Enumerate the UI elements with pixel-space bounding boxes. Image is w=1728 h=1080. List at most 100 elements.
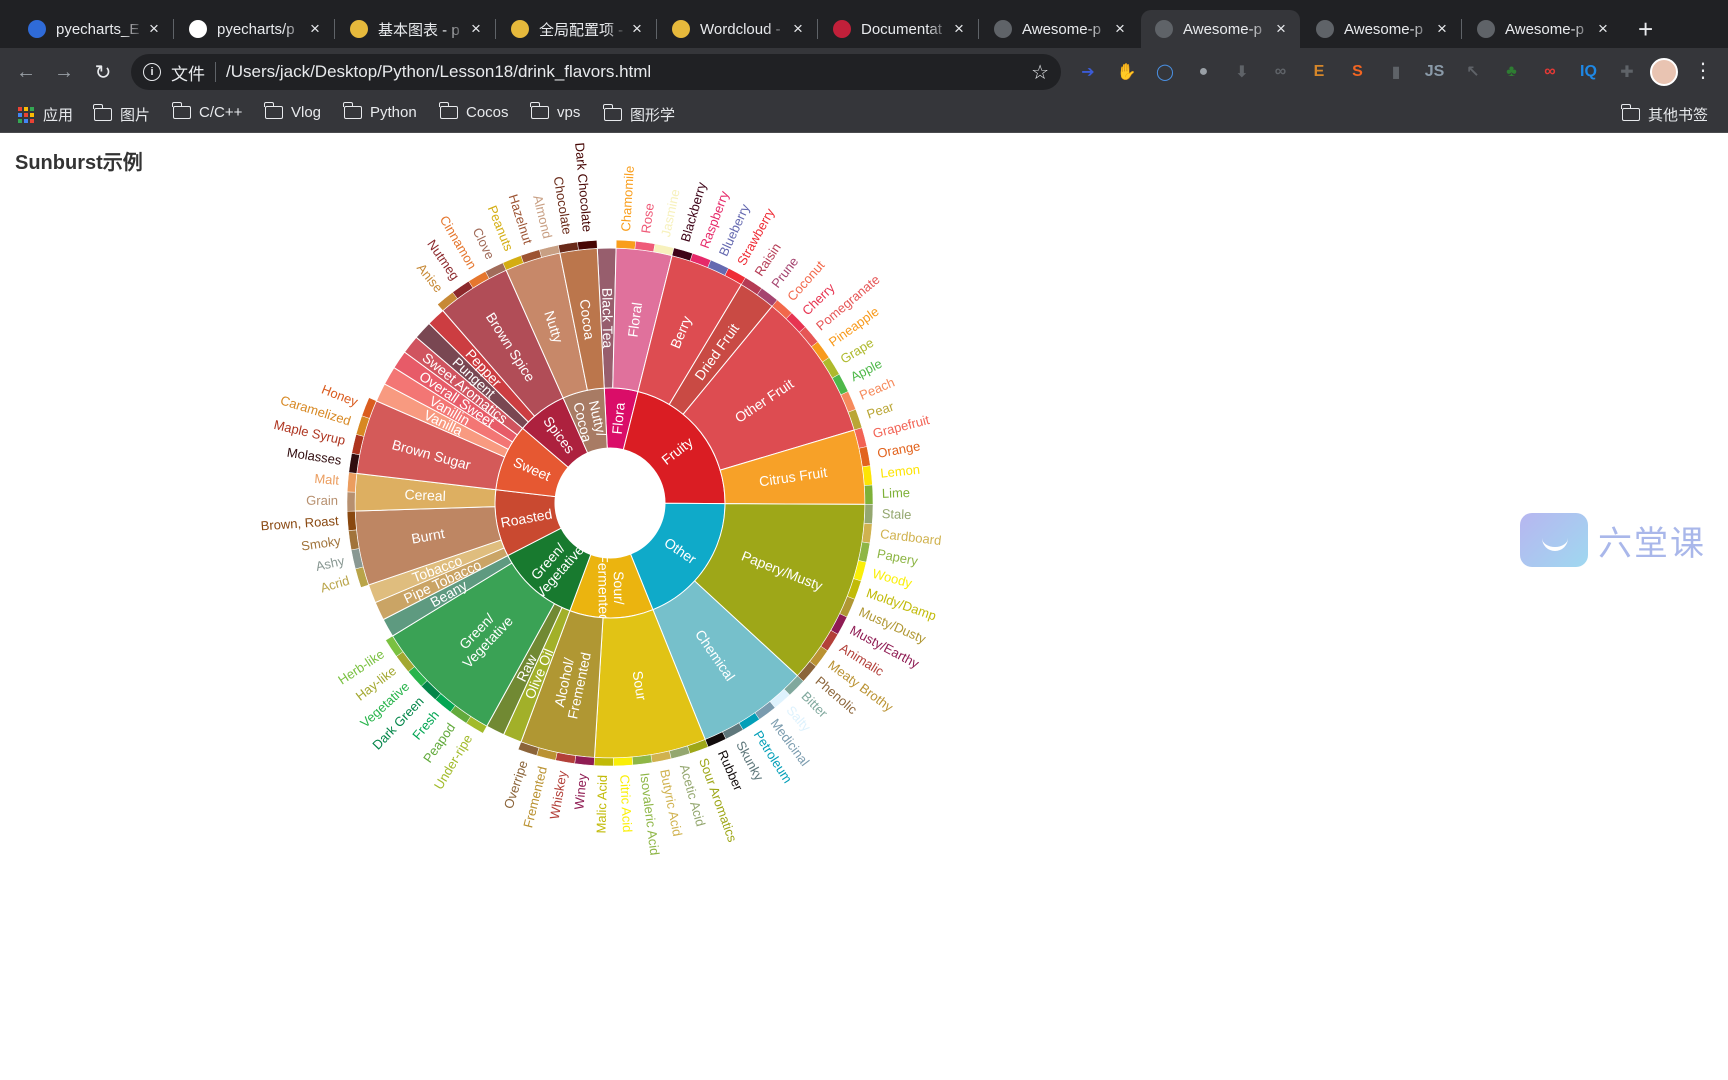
sunburst-label: Isovaleric Acid — [637, 772, 662, 856]
tab-3[interactable]: 基本图表 - p × — [336, 10, 495, 48]
close-tab-icon[interactable]: × — [628, 19, 646, 39]
s-extension-icon[interactable]: S — [1347, 61, 1369, 83]
close-tab-icon[interactable]: × — [789, 19, 807, 39]
ring-extension-icon[interactable]: ◯ — [1154, 61, 1176, 83]
new-tab-icon[interactable]: + — [1638, 15, 1653, 43]
download-extension-icon[interactable]: ⬇ — [1231, 61, 1253, 83]
bookmark-1[interactable]: 图片 — [93, 104, 150, 125]
bookmark-2[interactable]: C/C++ — [172, 102, 243, 121]
sunburst-label: Chamomile — [618, 165, 637, 232]
chart-title: Sunburst示例 — [15, 152, 143, 174]
close-tab-icon[interactable]: × — [1272, 19, 1290, 39]
bookmark-0[interactable]: 应用 — [18, 104, 73, 125]
hand-extension-icon[interactable]: ✋ — [1116, 61, 1138, 83]
close-tab-icon[interactable]: × — [1111, 19, 1129, 39]
tab-7[interactable]: Awesome-p × — [980, 10, 1139, 48]
sunburst-segment-109[interactable] — [577, 240, 598, 251]
glasses-extension-icon[interactable]: ∞ — [1270, 61, 1292, 83]
sunburst-segment-80[interactable] — [346, 510, 357, 531]
tab-4[interactable]: 全局配置项 - × — [497, 10, 656, 48]
tab-1[interactable]: pyecharts_E × — [14, 10, 173, 48]
sunburst-segment-28[interactable] — [864, 484, 874, 505]
sunburst-segment-55[interactable] — [593, 757, 614, 767]
tab-9[interactable]: Awesome-p × — [1302, 10, 1461, 48]
js-extension-icon[interactable]: JS — [1424, 61, 1446, 83]
close-tab-icon[interactable]: × — [467, 19, 485, 39]
pyecharts-icon — [350, 20, 368, 38]
close-tab-icon[interactable]: × — [950, 19, 968, 39]
folder-icon — [439, 102, 458, 119]
bookmark-label: C/C++ — [199, 104, 243, 121]
close-tab-icon[interactable]: × — [145, 19, 163, 39]
reload-icon[interactable]: ↻ — [88, 57, 118, 87]
sunburst-label: Brown, Roast — [260, 513, 339, 533]
folder-icon — [1621, 104, 1640, 121]
back-arrow-icon[interactable]: ← — [11, 57, 41, 87]
sunburst-segment-83[interactable] — [346, 472, 358, 493]
profile-avatar[interactable] — [1650, 58, 1678, 86]
folder-icon — [93, 104, 112, 121]
tab-title: Wordcloud - — [700, 20, 781, 38]
tab-separator — [173, 19, 174, 39]
sunburst-label: Orange — [876, 438, 921, 460]
address-url[interactable]: /Users/jack/Desktop/Python/Lesson18/drin… — [226, 62, 1031, 82]
sunburst-segment-31[interactable] — [863, 504, 874, 525]
bookmark-label: 应用 — [43, 107, 74, 124]
sunburst-segment-82[interactable] — [346, 491, 356, 512]
sunburst-segment-3[interactable] — [615, 239, 636, 250]
address-scheme-label: 文件 — [171, 64, 205, 84]
sunburst-segment-57[interactable] — [574, 755, 595, 766]
menu-kebab-icon[interactable]: ⋮ — [1693, 58, 1713, 83]
forward-arrow-icon[interactable]: → — [49, 57, 79, 87]
sunburst-label: Grain — [306, 493, 338, 508]
bookmark-star-icon[interactable]: ☆ — [1031, 60, 1049, 85]
browser-toolbar: ← → ↻ i 文件 /Users/jack/Desktop/Python/Le… — [0, 48, 1728, 96]
tab-title: 全局配置项 - — [539, 21, 624, 39]
puzzle-extension-icon[interactable]: ✚ — [1616, 61, 1638, 83]
sunburst-label: Chocolate — [551, 175, 575, 235]
sunburst-label: Lemon — [880, 462, 921, 481]
close-tab-icon[interactable]: × — [1433, 19, 1451, 39]
bookmark-5[interactable]: Cocos — [439, 102, 509, 121]
arrow-extension-icon[interactable]: ➔ — [1077, 61, 1099, 83]
sunburst-label: Cardboard — [879, 526, 942, 548]
close-tab-icon[interactable]: × — [306, 19, 324, 39]
bookmark-4[interactable]: Python — [343, 102, 417, 121]
tab-8[interactable]: Awesome-p × — [1141, 10, 1300, 48]
tab-6[interactable]: Documentat × — [819, 10, 978, 48]
close-tab-icon[interactable]: × — [1594, 19, 1612, 39]
bookmark-label: Cocos — [466, 104, 509, 121]
sunburst-label: Malt — [314, 471, 340, 488]
watermark-text: 六堂课 — [1598, 523, 1706, 564]
sunburst-segment-54[interactable] — [613, 756, 634, 767]
bookmark-7[interactable]: 图形学 — [603, 104, 676, 125]
sunburst-label: Cereal — [404, 486, 446, 504]
sunburst-label: Pear — [865, 398, 896, 421]
bookmark-label: 图形学 — [630, 107, 676, 124]
bookmark-other[interactable]: 其他书签 — [1621, 104, 1709, 125]
tab-2[interactable]: pyecharts/p × — [175, 10, 334, 48]
globe-icon — [994, 20, 1012, 38]
tab-title: Awesome-p — [1022, 20, 1101, 38]
globe-icon — [1316, 20, 1334, 38]
chart-extension-icon[interactable]: ▮ — [1385, 61, 1407, 83]
iq-extension-icon[interactable]: IQ — [1578, 61, 1600, 83]
info-icon[interactable]: i — [143, 63, 161, 81]
infinity-extension-icon[interactable]: ∞ — [1539, 61, 1561, 83]
bookmark-3[interactable]: Vlog — [264, 102, 321, 121]
apps-grid-icon — [18, 106, 34, 123]
bookmark-6[interactable]: vps — [530, 102, 580, 121]
tab-5[interactable]: Wordcloud - × — [658, 10, 817, 48]
ext-extension-icon[interactable]: E — [1308, 61, 1330, 83]
docs-icon — [833, 20, 851, 38]
tab-title: Awesome-p — [1183, 20, 1262, 38]
tab-10[interactable]: Awesome-p × — [1463, 10, 1622, 48]
pyecharts-icon — [511, 20, 529, 38]
circle-extension-icon[interactable]: ● — [1193, 61, 1215, 83]
cursor-extension-icon[interactable]: ↖ — [1462, 61, 1484, 83]
leaf-extension-icon[interactable]: ♣ — [1501, 61, 1523, 83]
address-bar[interactable]: i 文件 /Users/jack/Desktop/Python/Lesson18… — [131, 54, 1061, 90]
bookmark-other-label: 其他书签 — [1648, 107, 1709, 124]
tab-separator — [656, 19, 657, 39]
sunburst-label: Citric Acid — [617, 774, 635, 832]
